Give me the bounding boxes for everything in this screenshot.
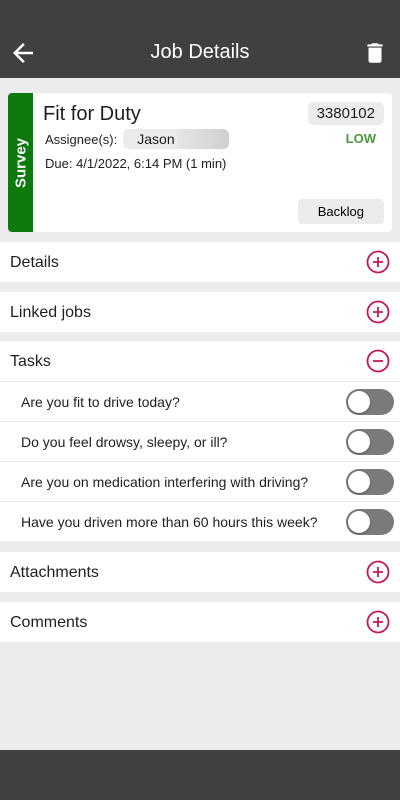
section-label: Attachments — [10, 564, 99, 581]
section-tasks[interactable]: Tasks — [0, 341, 400, 381]
toggle-switch[interactable] — [346, 509, 394, 535]
job-card: Survey Fit for Duty 3380102 LOW Assignee… — [8, 93, 392, 232]
task-row: Have you driven more than 60 hours this … — [0, 501, 400, 541]
plus-circle-icon[interactable] — [366, 300, 390, 324]
bottom-bar — [0, 750, 400, 800]
app-bar: Job Details — [0, 0, 400, 78]
task-question: Have you driven more than 60 hours this … — [21, 514, 318, 530]
task-question: Are you on medication interfering with d… — [21, 474, 309, 490]
section-label: Details — [10, 254, 59, 271]
plus-circle-icon[interactable] — [366, 610, 390, 634]
section-comments[interactable]: Comments — [0, 602, 400, 642]
toggle-switch[interactable] — [346, 389, 394, 415]
task-row: Are you fit to drive today? — [0, 381, 400, 421]
job-type-label: Survey — [12, 137, 29, 188]
section-linked-jobs[interactable]: Linked jobs — [0, 292, 400, 332]
section-label: Comments — [10, 614, 88, 631]
section-attachments[interactable]: Attachments — [0, 552, 400, 592]
assignee-label: Assignee(s): — [45, 131, 118, 147]
assignee-chip[interactable]: Jason — [123, 129, 230, 149]
minus-circle-icon[interactable] — [366, 349, 390, 373]
trash-icon[interactable] — [362, 40, 388, 66]
section-details[interactable]: Details — [0, 242, 400, 282]
toggle-knob — [348, 471, 370, 493]
priority-label: LOW — [345, 131, 376, 146]
toggle-switch[interactable] — [346, 429, 394, 455]
assignee-row: Assignee(s): Jason — [45, 129, 230, 149]
plus-circle-icon[interactable] — [366, 250, 390, 274]
assignee-name: Jason — [137, 131, 175, 147]
tasks-list: Are you fit to drive today? Do you feel … — [0, 381, 400, 541]
job-id-badge: 3380102 — [307, 102, 384, 125]
toggle-knob — [348, 391, 370, 413]
redacted-blur — [177, 129, 230, 149]
plus-circle-icon[interactable] — [366, 560, 390, 584]
task-row: Do you feel drowsy, sleepy, or ill? — [0, 421, 400, 461]
toggle-knob — [348, 511, 370, 533]
task-row: Are you on medication interfering with d… — [0, 461, 400, 501]
task-question: Do you feel drowsy, sleepy, or ill? — [21, 434, 228, 450]
job-type-stripe: Survey — [8, 93, 33, 232]
page-title: Job Details — [150, 41, 250, 63]
toggle-knob — [348, 431, 370, 453]
toggle-switch[interactable] — [346, 469, 394, 495]
section-label: Tasks — [10, 353, 51, 370]
status-button[interactable]: Backlog — [297, 199, 384, 224]
due-date: Due: 4/1/2022, 6:14 PM (1 min) — [45, 156, 227, 171]
task-question: Are you fit to drive today? — [21, 394, 180, 410]
section-label: Linked jobs — [10, 304, 91, 321]
job-title: Fit for Duty — [43, 103, 141, 125]
